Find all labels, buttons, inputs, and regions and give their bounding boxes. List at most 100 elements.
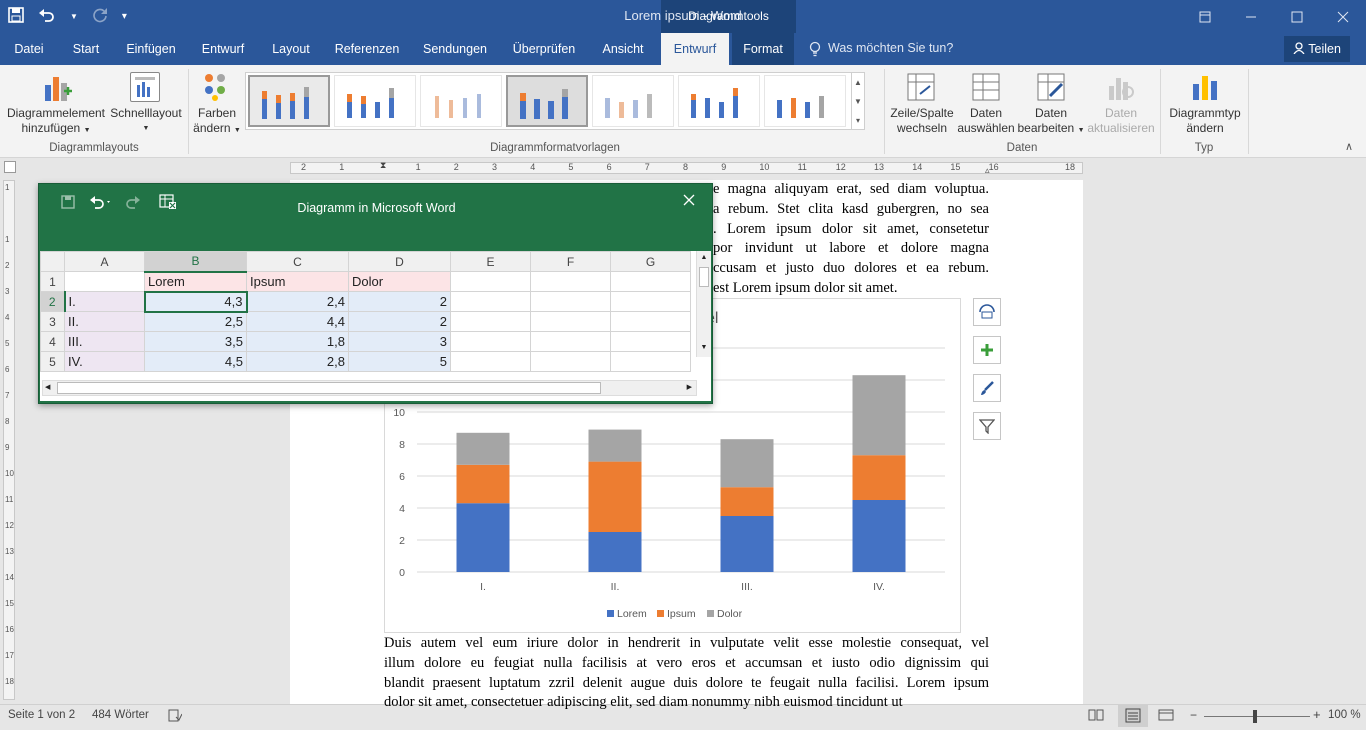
scroll-right-icon[interactable]: ▶ xyxy=(687,381,692,395)
chart-style-thumb[interactable] xyxy=(334,75,416,127)
row-header[interactable]: 4 xyxy=(40,331,65,352)
cell[interactable]: III. xyxy=(64,331,145,352)
column-header[interactable]: E xyxy=(450,251,531,272)
horizontal-scroll-thumb[interactable] xyxy=(57,382,601,394)
cell[interactable] xyxy=(450,271,531,292)
cell[interactable] xyxy=(610,291,691,312)
cell[interactable] xyxy=(64,271,145,292)
close-window-icon[interactable] xyxy=(1320,0,1366,33)
cell[interactable]: 4,4 xyxy=(246,311,349,332)
maximize-icon[interactable] xyxy=(1274,0,1320,33)
change-colors-button[interactable]: Farben ändern ▼ xyxy=(190,106,244,138)
cell[interactable] xyxy=(610,271,691,292)
chart-style-thumb[interactable] xyxy=(678,75,760,127)
cell[interactable] xyxy=(530,291,611,312)
share-button[interactable]: Teilen xyxy=(1284,36,1350,62)
cell[interactable]: 5 xyxy=(348,351,451,372)
column-header[interactable]: F xyxy=(530,251,611,272)
cell[interactable]: 2,5 xyxy=(144,311,247,332)
ribbon-display-icon[interactable] xyxy=(1182,0,1228,33)
cell[interactable] xyxy=(530,311,611,332)
chart-filter-icon[interactable] xyxy=(973,412,1001,440)
row-header[interactable]: 3 xyxy=(40,311,65,332)
add-chart-element-button[interactable]: Diagrammelement hinzufügen ▼ xyxy=(2,106,110,138)
change-chart-type-button[interactable]: Diagrammtyp ändern xyxy=(1162,106,1248,136)
cell[interactable]: 2,8 xyxy=(246,351,349,372)
excel-data-window[interactable]: Diagramm in Microsoft Word A B C D E F G 1 Lorem… xyxy=(38,183,713,404)
chart-style-thumb[interactable] xyxy=(248,75,330,127)
cell[interactable] xyxy=(610,311,691,332)
cell[interactable] xyxy=(530,271,611,292)
cell[interactable]: IV. xyxy=(64,351,145,372)
refresh-data-button[interactable]: Daten aktualisieren xyxy=(1086,106,1156,136)
cell[interactable]: Dolor xyxy=(348,271,451,292)
cell[interactable]: II. xyxy=(64,311,145,332)
cell[interactable]: 4,3 xyxy=(143,290,248,313)
scroll-left-icon[interactable]: ◀ xyxy=(45,381,50,395)
scroll-down-icon[interactable]: ▼ xyxy=(697,341,711,355)
zoom-in-icon[interactable]: + xyxy=(1313,707,1321,722)
tab-selector-icon[interactable] xyxy=(4,161,16,173)
vertical-scrollbar[interactable]: ▲ ▼ xyxy=(696,251,711,357)
tab-chart-entwurf[interactable]: Entwurf xyxy=(661,33,729,65)
right-indent-marker-icon[interactable]: ▵ xyxy=(985,165,990,176)
zoom-slider-thumb[interactable] xyxy=(1253,710,1257,723)
cell[interactable] xyxy=(530,351,611,372)
cell[interactable] xyxy=(610,351,691,372)
chart-style-thumb[interactable] xyxy=(592,75,674,127)
cell[interactable]: 3 xyxy=(348,331,451,352)
cell[interactable]: 4,5 xyxy=(144,351,247,372)
tell-me-search[interactable]: Was möchten Sie tun? xyxy=(828,41,953,55)
chart-style-thumb[interactable] xyxy=(764,75,846,127)
tab-ueberpruefen[interactable]: Überprüfen xyxy=(505,33,583,65)
chart-styles-brush-icon[interactable] xyxy=(973,374,1001,402)
gallery-more-icon[interactable]: ▾ xyxy=(851,111,864,129)
column-header[interactable]: G xyxy=(610,251,691,272)
cell[interactable]: Ipsum xyxy=(246,271,349,292)
cell[interactable]: 2 xyxy=(348,291,451,312)
tab-format[interactable]: Format xyxy=(732,33,794,65)
column-header[interactable]: B xyxy=(144,251,247,273)
chart-style-thumb[interactable] xyxy=(506,75,588,127)
cell[interactable] xyxy=(530,331,611,352)
word-count[interactable]: 484 Wörter xyxy=(92,709,149,721)
layout-options-icon[interactable] xyxy=(973,298,1001,326)
cell[interactable]: I. xyxy=(64,291,145,312)
horizontal-ruler[interactable]: 2 1 1 2 3 4 5 6 7 8 9 10 11 12 13 14 15 16 18 xyxy=(290,162,1083,174)
zoom-level[interactable]: 100 % xyxy=(1328,709,1361,721)
quick-layout-button[interactable]: Schnelllayout ▼ xyxy=(108,106,184,136)
chart-style-thumb[interactable] xyxy=(420,75,502,127)
minimize-icon[interactable] xyxy=(1228,0,1274,33)
print-layout-icon[interactable] xyxy=(1118,705,1148,727)
vertical-scroll-thumb[interactable] xyxy=(699,267,709,287)
tab-datei[interactable]: Datei xyxy=(8,33,50,65)
tab-entwurf[interactable]: Entwurf xyxy=(193,33,253,65)
cell[interactable]: 1,8 xyxy=(246,331,349,352)
row-header[interactable]: 5 xyxy=(40,351,65,372)
chart-elements-plus-icon[interactable] xyxy=(973,336,1001,364)
cell[interactable] xyxy=(450,291,531,312)
collapse-ribbon-icon[interactable]: ∧ xyxy=(1345,140,1353,153)
tab-layout[interactable]: Layout xyxy=(263,33,319,65)
tab-ansicht[interactable]: Ansicht xyxy=(594,33,652,65)
column-header[interactable]: D xyxy=(348,251,451,272)
close-icon[interactable] xyxy=(683,190,695,211)
zoom-slider[interactable] xyxy=(1204,716,1310,717)
read-mode-icon[interactable] xyxy=(1088,708,1104,725)
indent-marker-icon[interactable]: ⧗ xyxy=(380,160,386,171)
cell[interactable] xyxy=(450,351,531,372)
gallery-scroll-up-icon[interactable]: ▲ xyxy=(851,73,864,92)
tab-referenzen[interactable]: Referenzen xyxy=(331,33,403,65)
column-header[interactable]: C xyxy=(246,251,349,272)
cell[interactable]: 3,5 xyxy=(144,331,247,352)
select-data-button[interactable]: Daten auswählen xyxy=(956,106,1016,136)
web-layout-icon[interactable] xyxy=(1158,708,1174,725)
proofing-icon[interactable] xyxy=(168,708,183,725)
gallery-scroll-down-icon[interactable]: ▼ xyxy=(851,92,864,111)
row-header[interactable]: 1 xyxy=(40,271,65,292)
cell[interactable] xyxy=(450,311,531,332)
switch-row-column-button[interactable]: Zeile/Spalte wechseln xyxy=(887,106,957,136)
cell[interactable]: 2,4 xyxy=(246,291,349,312)
zoom-out-icon[interactable]: − xyxy=(1190,708,1197,722)
tab-sendungen[interactable]: Sendungen xyxy=(416,33,494,65)
